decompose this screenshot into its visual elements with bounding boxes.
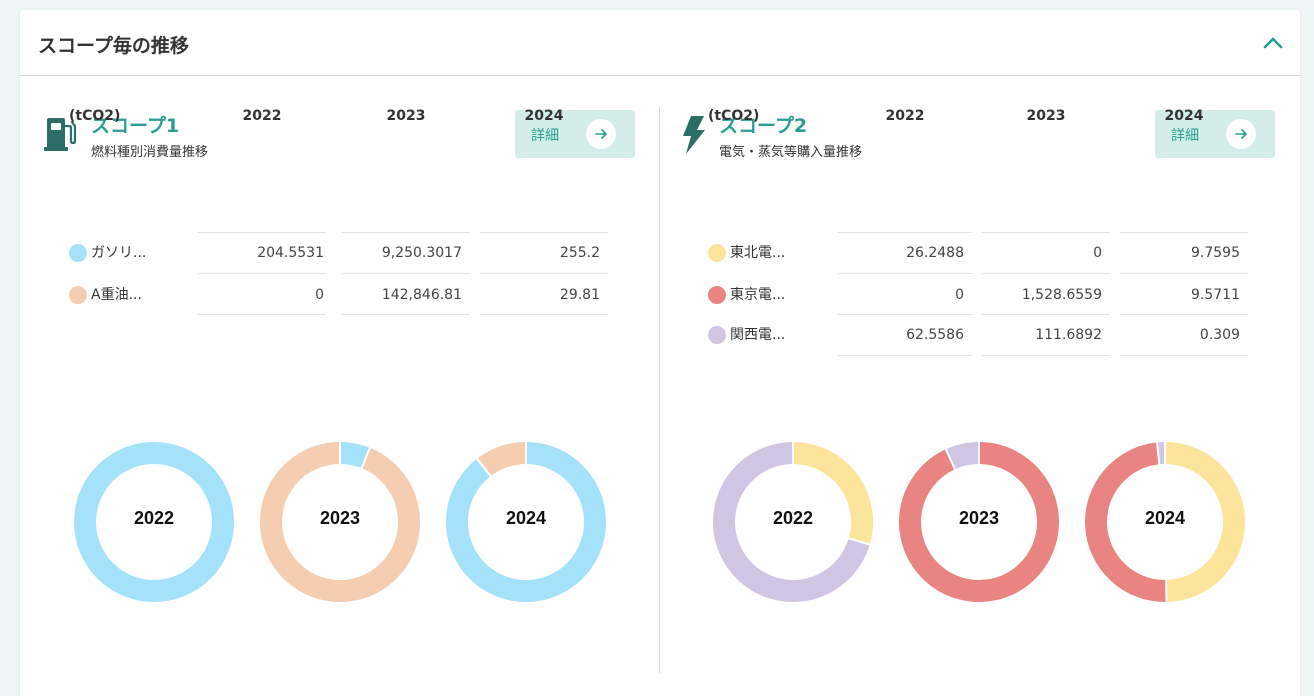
donut-slice: [339, 442, 370, 469]
table-cell: 0: [1093, 245, 1102, 261]
donut-year-label: 2023: [958, 508, 1000, 528]
scope2-panel: スコープ2 電気・蒸気等購入量推移 詳細 (tCO2) 2022 2023 20…: [660, 10, 1300, 696]
donut-chart: 2023: [260, 441, 420, 602]
table-cell: 0: [955, 287, 964, 303]
lightning-icon: [683, 116, 705, 154]
unit-label: (tCO2): [69, 108, 121, 124]
table-cell: 26.2488: [906, 245, 964, 261]
donut-chart: 2022: [713, 441, 873, 602]
donut-year-label: 2024: [505, 508, 547, 528]
donut-slice: [477, 442, 527, 477]
donut-slice: [945, 442, 980, 470]
table-cell: 9.5711: [1191, 287, 1240, 303]
table-cell: 111.6892: [1035, 327, 1102, 343]
table-cell: 204.5531: [257, 245, 324, 261]
row-label: 東北電...: [730, 245, 786, 261]
donut-year-label: 2022: [772, 508, 814, 528]
legend-dot-heavy-oil: [69, 286, 87, 304]
year-header: 2024: [524, 108, 564, 124]
donut-chart: 2022: [74, 442, 234, 602]
table-cell: 0.309: [1199, 327, 1240, 343]
row-label: 東京電...: [730, 287, 786, 303]
unit-label: (tCO2): [708, 108, 760, 124]
table-cell: 0: [315, 287, 324, 303]
donut-chart: 2024: [1085, 441, 1245, 604]
scope2-subtitle: 電気・蒸気等購入量推移: [719, 145, 863, 160]
year-header: 2022: [885, 108, 925, 124]
donut-chart: 2024: [446, 441, 606, 602]
legend-dot-tokyo: [708, 286, 726, 304]
table-cell: 1,528.6559: [1021, 287, 1102, 303]
year-header: 2022: [242, 108, 282, 124]
scope-trend-card: スコープ毎の推移 スコープ1 燃料種別消費量推移 詳細 (tCO2) 2022 …: [20, 10, 1300, 696]
scope1-subtitle: 燃料種別消費量推移: [91, 145, 209, 160]
table-cell: 29.81: [559, 287, 600, 303]
row-label: A重油...: [91, 287, 142, 303]
donut-year-label: 2022: [133, 508, 175, 528]
table-cell: 62.5586: [906, 327, 964, 343]
legend-dot-gasoline: [69, 244, 87, 262]
table-cell: 255.2: [559, 245, 600, 261]
row-label: 関西電...: [730, 327, 786, 343]
table-cell: 9,250.3017: [381, 245, 462, 261]
scope1-panel: スコープ1 燃料種別消費量推移 詳細 (tCO2) 2022 2023 2024…: [20, 10, 660, 696]
table-cell: 142,846.81: [381, 287, 462, 303]
legend-dot-tohoku: [708, 244, 726, 262]
row-label: ガソリ...: [91, 245, 147, 261]
detail-button-label: 詳細: [531, 128, 559, 144]
donut-year-label: 2023: [319, 508, 361, 528]
table-cell: 9.7595: [1191, 245, 1240, 261]
year-header: 2023: [386, 108, 426, 124]
legend-dot-kansai: [708, 326, 726, 344]
detail-button-label: 詳細: [1171, 128, 1199, 144]
donut-chart: 2023: [899, 441, 1059, 602]
year-header: 2024: [1164, 108, 1204, 124]
donut-year-label: 2024: [1144, 508, 1186, 528]
year-header: 2023: [1026, 108, 1066, 124]
